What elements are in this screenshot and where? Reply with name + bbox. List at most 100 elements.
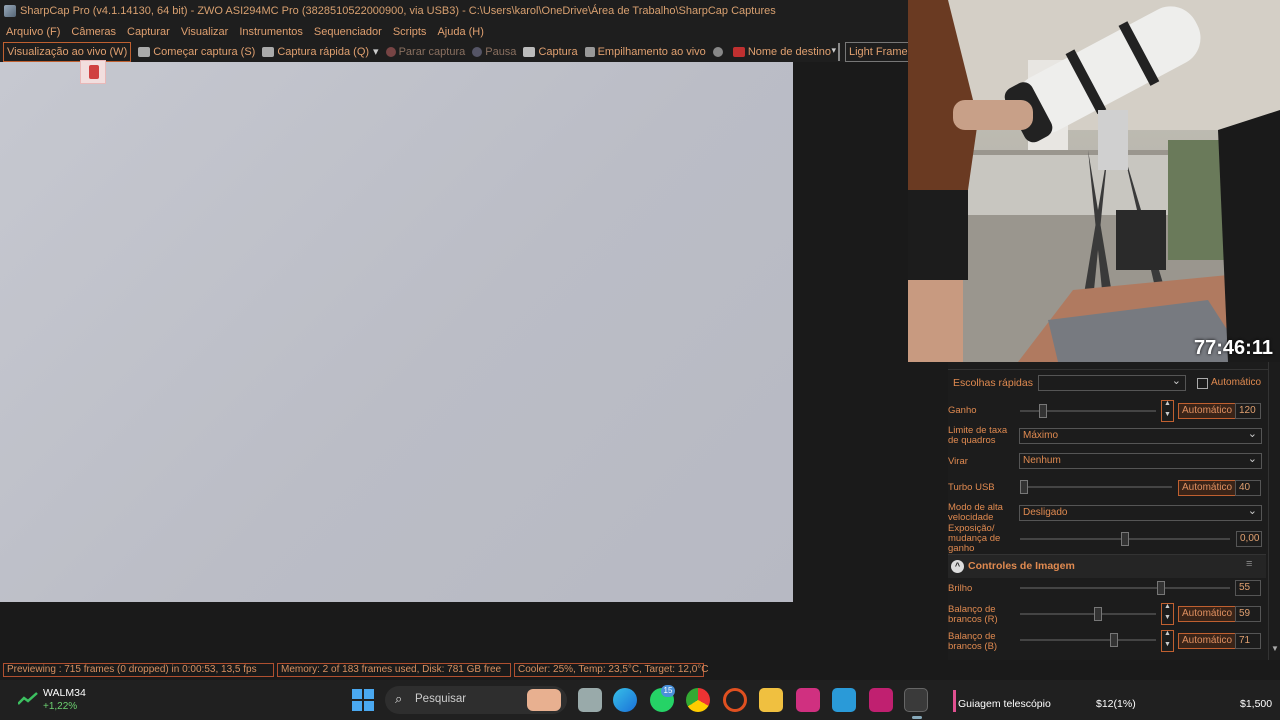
stream-timer: 77:46:11 xyxy=(1194,337,1273,359)
brightness-slider[interactable] xyxy=(1020,581,1230,595)
gain-auto-button[interactable]: Automático xyxy=(1178,403,1237,419)
exposure-gain-slider-thumb[interactable] xyxy=(1121,532,1129,546)
turbo-usb-slider-thumb[interactable] xyxy=(1020,480,1028,494)
opera-icon[interactable] xyxy=(723,688,747,712)
video-camera-icon xyxy=(138,47,151,57)
menu-sequenciador[interactable]: Sequenciador xyxy=(314,22,382,42)
video-camera-icon xyxy=(262,47,275,57)
turbo-usb-value[interactable]: 40 xyxy=(1235,480,1261,496)
high-speed-select[interactable]: Desligado xyxy=(1019,504,1262,521)
stock-chart-icon[interactable] xyxy=(17,692,38,706)
windows-start-icon[interactable] xyxy=(352,689,374,711)
quick-capture-label: Captura rápida (Q) xyxy=(277,46,370,58)
brightness-value[interactable]: 55 xyxy=(1235,580,1261,596)
image-controls-header[interactable]: ^ Controles de Imagem ≡ xyxy=(948,554,1266,578)
wb-blue-stepper[interactable] xyxy=(1161,630,1174,652)
stop-icon xyxy=(385,47,396,57)
wb-red-value[interactable]: 59 xyxy=(1235,606,1261,622)
webcam-overlay xyxy=(908,0,1280,362)
start-capture-label: Começar captura (S) xyxy=(153,46,256,58)
live-view-button[interactable]: Visualização ao vivo (W) xyxy=(3,42,132,62)
brightness-label: Brilho xyxy=(948,583,973,594)
menu-capturar[interactable]: Capturar xyxy=(127,22,170,42)
menu-ajuda[interactable]: Ajuda (H) xyxy=(437,22,483,42)
stop-capture-label: Parar captura xyxy=(398,46,466,58)
search-icon: ⌕ xyxy=(395,691,403,706)
gain-slider[interactable] xyxy=(1020,404,1156,418)
exposure-gain-slider[interactable] xyxy=(1020,532,1230,546)
wb-blue-auto-button[interactable]: Automático xyxy=(1178,633,1237,649)
collapse-icon[interactable]: ^ xyxy=(951,560,964,573)
turbo-usb-label: Turbo USB xyxy=(948,482,995,493)
active-app-indicator xyxy=(912,716,922,719)
image-controls-title: Controles de Imagem xyxy=(968,560,1075,572)
gain-value[interactable]: 120 xyxy=(1235,403,1261,419)
record-dot-icon xyxy=(712,47,723,57)
frame-limit-select[interactable]: Máximo xyxy=(1019,427,1262,444)
target-name-select[interactable] xyxy=(831,43,840,61)
menu-arquivo[interactable]: Arquivo (F) xyxy=(6,22,60,42)
wb-blue-value[interactable]: 71 xyxy=(1235,633,1261,649)
record-indicator xyxy=(712,47,726,57)
app-magenta-icon[interactable] xyxy=(869,688,893,712)
menu-instrumentos[interactable]: Instrumentos xyxy=(239,22,303,42)
edge-browser-icon[interactable] xyxy=(613,688,637,712)
gain-slider-thumb[interactable] xyxy=(1039,404,1047,418)
now-playing-title: Guiagem telescópio xyxy=(958,698,1051,710)
wb-blue-slider[interactable] xyxy=(1020,633,1156,647)
scroll-down-icon[interactable]: ▼ xyxy=(1271,644,1279,653)
chrome-icon[interactable] xyxy=(686,688,710,712)
webcam-scene xyxy=(908,0,1280,362)
auto-checkbox[interactable] xyxy=(1197,378,1208,389)
pause-button[interactable]: Pausa xyxy=(472,43,516,61)
pause-icon xyxy=(472,47,483,57)
quick-capture-button[interactable]: Captura rápida (Q) ▾ xyxy=(262,43,379,61)
camera-preview[interactable] xyxy=(0,62,793,602)
wb-blue-slider-thumb[interactable] xyxy=(1110,633,1118,647)
menu-scripts[interactable]: Scripts xyxy=(393,22,427,42)
taskbar-search-box[interactable]: ⌕ Pesquisar xyxy=(385,686,567,714)
task-view-icon[interactable] xyxy=(578,688,602,712)
hamburger-menu-icon[interactable]: ≡ xyxy=(1246,558,1252,570)
frame-type-select[interactable]: Light Frames xyxy=(844,42,918,62)
high-speed-label: Modo de alta velocidade xyxy=(948,502,1003,523)
quick-picks-select[interactable] xyxy=(1038,374,1186,391)
stock-name[interactable]: WALM34 xyxy=(43,687,86,699)
wb-red-slider[interactable] xyxy=(1020,607,1156,621)
stack-icon xyxy=(584,47,595,57)
donation-amount-2: $1,500 xyxy=(1240,698,1273,710)
status-memory: Memory: 2 of 183 frames used, Disk: 781 … xyxy=(277,663,511,677)
app-blue-icon[interactable] xyxy=(832,688,856,712)
turbo-usb-slider[interactable] xyxy=(1020,480,1172,494)
brightness-slider-thumb[interactable] xyxy=(1157,581,1165,595)
exposure-gain-value[interactable]: 0,00 xyxy=(1236,531,1262,547)
frame-limit-label: Limite de taxa de quadros xyxy=(948,425,1008,446)
snapshot-button[interactable]: Captura xyxy=(523,43,578,61)
gain-stepper[interactable] xyxy=(1161,400,1174,422)
stop-capture-button[interactable]: Parar captura xyxy=(385,43,466,61)
panel-scrollbar[interactable]: ▼ xyxy=(1268,362,1280,660)
wb-red-auto-button[interactable]: Automático xyxy=(1178,606,1237,622)
live-stack-button[interactable]: Empilhamento ao vivo xyxy=(584,43,706,61)
wb-red-label: Balanço de brancos (R) xyxy=(948,604,998,625)
sharpcap-app-icon xyxy=(4,5,16,17)
now-playing-bar xyxy=(953,690,956,712)
toolbar: Visualização ao vivo (W) Começar captura… xyxy=(0,42,918,62)
live-stack-label: Empilhamento ao vivo xyxy=(597,46,706,58)
menu-cameras[interactable]: Câmeras xyxy=(71,22,116,42)
status-bar: Previewing : 715 frames (0 dropped) in 0… xyxy=(0,662,1280,679)
whatsapp-badge: 15 xyxy=(661,685,675,697)
flip-select[interactable]: Nenhum xyxy=(1019,452,1262,469)
wb-red-slider-thumb[interactable] xyxy=(1094,607,1102,621)
menu-visualizar[interactable]: Visualizar xyxy=(181,22,229,42)
windows-taskbar: WALM34 +1,22% ⌕ Pesquisar 15 Guiagem tel… xyxy=(0,680,1280,720)
file-explorer-icon[interactable] xyxy=(759,688,783,712)
turbo-auto-button[interactable]: Automático xyxy=(1178,480,1237,496)
status-cooler: Cooler: 25%, Temp: 23,5°C, Target: 12,0°… xyxy=(514,663,709,677)
status-previewing: Previewing : 715 frames (0 dropped) in 0… xyxy=(3,663,274,677)
chevron-down-icon[interactable]: ▾ xyxy=(373,43,379,61)
wb-red-stepper[interactable] xyxy=(1161,603,1174,625)
start-capture-button[interactable]: Começar captura (S) xyxy=(138,43,255,61)
sharpcap-taskbar-icon[interactable] xyxy=(904,688,928,712)
app-pink-icon[interactable] xyxy=(796,688,820,712)
